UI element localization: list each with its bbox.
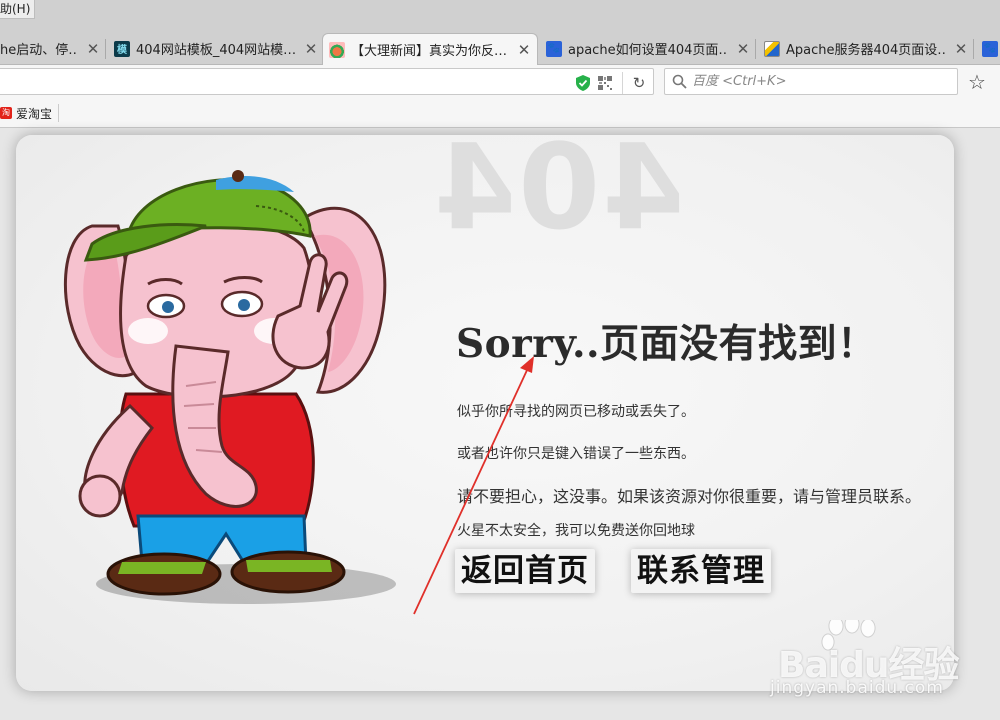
bookmark-star-button[interactable]: ☆ [968,72,986,92]
baidu-paw-icon: 🐾 [982,40,998,57]
close-icon[interactable]: ✕ [954,41,968,56]
message-line-3: 请不要担心，这没事。如果该资源对你很重要，请与管理员联系。 [457,487,922,506]
tab-separator [755,39,756,59]
search-input[interactable]: 百度 <Ctrl+K> [664,68,958,95]
address-bar[interactable] [0,68,654,95]
tab-dali-news[interactable]: 【大理新闻】真实为你反… ✕ [322,33,538,65]
toolbar-divider [622,72,623,94]
background-404-number: 404 [432,118,685,256]
tab-separator [105,39,106,59]
document-icon [764,40,780,57]
tab-title: he启动、停… [0,43,78,58]
back-home-button[interactable]: 返回首页 [455,549,595,593]
news-site-icon [329,41,345,58]
tab-404-template[interactable]: 模 404网站模板_404网站模… ✕ [108,33,324,64]
tab-title: 【大理新闻】真实为你反… [351,44,508,59]
security-shield-icon[interactable] [576,75,590,91]
tab-title: 404网站模板_404网站模… [136,43,296,58]
message-line-1: 似乎你所寻找的网页已移动或丢失了。 [457,404,695,420]
menu-strip: 助(H) [0,0,1000,30]
tab-apache-server-404[interactable]: Apache服务器404页面设… ✕ [758,33,974,64]
elephant-mascot-image [63,170,396,604]
tab-overflow[interactable]: 🐾 [976,33,1000,64]
taobao-icon: 淘 [0,107,12,119]
search-icon [672,74,687,89]
bookmark-separator [58,104,59,122]
tab-apache-404[interactable]: 🐾 apache如何设置404页面… ✕ [540,33,756,64]
tab-bar: he启动、停… ✕ 模 404网站模板_404网站模… ✕ 【大理新闻】真实为你… [0,30,1000,65]
template-site-icon: 模 [114,40,130,57]
tab-title: apache如何设置404页面… [568,43,728,58]
message-line-4: 火星不太安全，我可以免费送你回地球 [457,523,695,539]
bookmark-aitaobao[interactable]: 淘 爱淘宝 [0,104,52,122]
close-icon[interactable]: ✕ [304,41,318,56]
watermark-url: jingyan.baidu.com [770,678,944,698]
contact-admin-button[interactable]: 联系管理 [631,549,771,593]
reload-button[interactable]: ↻ [630,74,648,92]
tab-title: Apache服务器404页面设… [786,43,946,58]
close-icon[interactable]: ✕ [736,41,750,56]
bookmark-label: 爱淘宝 [16,106,53,121]
close-icon[interactable]: ✕ [86,41,100,56]
error-headline: Sorry..页面没有找到！ [456,321,877,367]
close-icon[interactable]: ✕ [517,42,531,57]
qr-code-icon[interactable] [598,76,612,90]
message-line-2: 或者也许你只是键入错误了一些东西。 [457,446,695,462]
baidu-paw-icon: 🐾 [546,40,562,57]
tab-separator [973,39,974,59]
menu-help[interactable]: 助(H) [0,0,36,19]
tab-apache-start[interactable]: he启动、停… ✕ [0,33,106,64]
